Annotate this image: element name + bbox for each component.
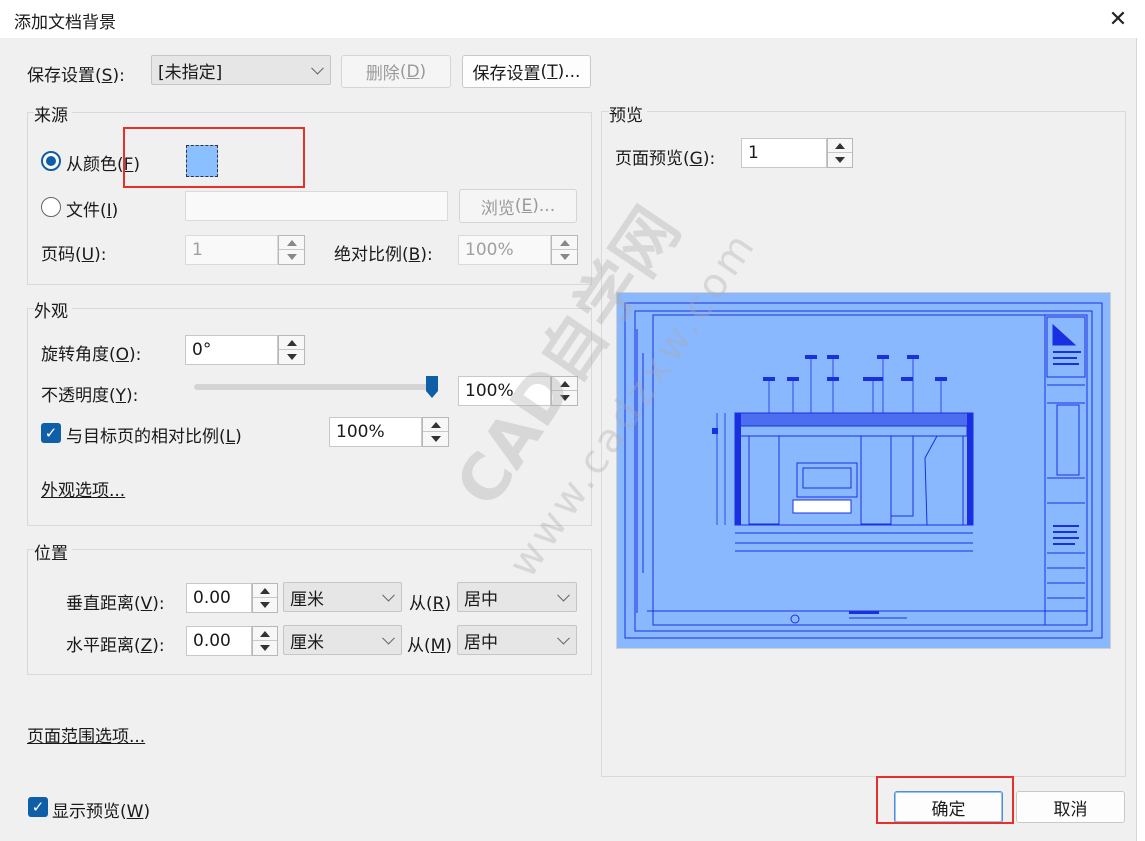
page-preview-input[interactable]: 1 bbox=[741, 138, 827, 168]
close-button[interactable]: ✕ bbox=[1100, 4, 1136, 34]
page-number-label: 页码(U): bbox=[41, 245, 107, 265]
relative-scale-input[interactable]: 100% bbox=[329, 417, 422, 447]
file-label[interactable]: 文件(I) bbox=[66, 196, 118, 221]
horizontal-from-label: 从(M) bbox=[407, 636, 452, 656]
opacity-label: 不透明度(Y): bbox=[41, 386, 139, 406]
stepper-down-icon[interactable] bbox=[552, 250, 577, 264]
stepper-down-icon[interactable] bbox=[552, 391, 577, 405]
stepper-down-icon[interactable] bbox=[828, 153, 852, 167]
close-icon: ✕ bbox=[1108, 6, 1128, 32]
stepper-up-icon[interactable] bbox=[279, 236, 304, 250]
stepper-up-icon[interactable] bbox=[279, 336, 304, 350]
appearance-options-link[interactable]: 外观选项... bbox=[41, 476, 125, 501]
preview-drawing bbox=[617, 293, 1110, 648]
horizontal-from-select[interactable]: 居中 bbox=[457, 625, 577, 655]
relative-scale-stepper[interactable] bbox=[422, 417, 449, 447]
absolute-scale-stepper[interactable] bbox=[551, 235, 578, 265]
stepper-up-icon[interactable] bbox=[253, 584, 277, 598]
saved-settings-select[interactable]: [未指定] bbox=[151, 55, 331, 85]
file-path-input[interactable] bbox=[185, 191, 448, 221]
source-group-title: 来源 bbox=[34, 101, 72, 126]
chevron-down-icon bbox=[557, 588, 570, 602]
opacity-stepper[interactable] bbox=[551, 376, 578, 406]
page-number-input[interactable]: 1 bbox=[185, 235, 278, 265]
saved-settings-label: 保存设置(S): bbox=[27, 66, 125, 86]
vertical-distance-label: 垂直距离(V): bbox=[66, 594, 165, 614]
file-radio[interactable] bbox=[41, 197, 61, 217]
absolute-scale-input[interactable]: 100% bbox=[458, 235, 551, 265]
rotation-label: 旋转角度(O): bbox=[41, 345, 142, 365]
vertical-distance-stepper[interactable] bbox=[252, 583, 278, 613]
annotation-highlight-ok bbox=[876, 776, 1014, 824]
relative-scale-checkbox[interactable]: ✓ bbox=[41, 423, 61, 443]
absolute-scale-label: 绝对比例(B): bbox=[334, 245, 433, 265]
stepper-down-icon[interactable] bbox=[279, 350, 304, 364]
dialog-title: 添加文档背景 bbox=[14, 13, 116, 33]
stepper-up-icon[interactable] bbox=[552, 236, 577, 250]
cancel-button[interactable]: 取消 bbox=[1016, 791, 1125, 823]
position-group-title: 位置 bbox=[34, 539, 72, 564]
from-color-radio[interactable] bbox=[41, 151, 61, 171]
delete-button[interactable]: 删除(D) bbox=[341, 55, 451, 88]
save-settings-button[interactable]: 保存设置(T)... bbox=[462, 55, 591, 88]
title-bar bbox=[0, 0, 1145, 38]
relative-scale-label[interactable]: 与目标页的相对比例(L) bbox=[66, 422, 242, 447]
stepper-up-icon[interactable] bbox=[423, 418, 448, 432]
stepper-down-icon[interactable] bbox=[423, 432, 448, 446]
annotation-highlight-color bbox=[123, 127, 305, 188]
stepper-up-icon[interactable] bbox=[552, 377, 577, 391]
rotation-stepper[interactable] bbox=[278, 335, 305, 365]
stepper-down-icon[interactable] bbox=[253, 598, 277, 612]
opacity-slider-thumb[interactable] bbox=[425, 375, 439, 399]
checkmark-icon: ✓ bbox=[44, 424, 58, 442]
preview-canvas bbox=[616, 292, 1111, 649]
stepper-down-icon[interactable] bbox=[253, 641, 277, 655]
opacity-slider-track[interactable] bbox=[194, 384, 434, 390]
show-preview-checkbox[interactable]: ✓ bbox=[28, 797, 48, 817]
horizontal-distance-stepper[interactable] bbox=[252, 626, 278, 656]
horizontal-distance-input[interactable]: 0.00 bbox=[186, 626, 252, 656]
horizontal-distance-label: 水平距离(Z): bbox=[66, 636, 165, 656]
page-number-stepper[interactable] bbox=[278, 235, 305, 265]
chevron-down-icon bbox=[382, 631, 395, 645]
vertical-distance-input[interactable]: 0.00 bbox=[186, 583, 252, 613]
preview-group-title: 预览 bbox=[609, 101, 647, 126]
chevron-down-icon bbox=[557, 631, 570, 645]
stepper-down-icon[interactable] bbox=[279, 250, 304, 264]
show-preview-label[interactable]: 显示预览(W) bbox=[52, 797, 150, 822]
opacity-input[interactable]: 100% bbox=[458, 376, 551, 406]
checkmark-icon: ✓ bbox=[31, 798, 45, 816]
chevron-down-icon bbox=[311, 61, 324, 75]
vertical-from-select[interactable]: 居中 bbox=[457, 582, 577, 612]
page-preview-stepper[interactable] bbox=[827, 138, 853, 168]
background-window-edge bbox=[1136, 38, 1145, 841]
horizontal-unit-select[interactable]: 厘米 bbox=[283, 625, 402, 655]
stepper-up-icon[interactable] bbox=[253, 627, 277, 641]
stepper-up-icon[interactable] bbox=[828, 139, 852, 153]
page-preview-label: 页面预览(G): bbox=[615, 149, 716, 169]
browse-button[interactable]: 浏览(E)... bbox=[459, 189, 577, 223]
chevron-down-icon bbox=[382, 588, 395, 602]
rotation-input[interactable]: 0° bbox=[185, 335, 278, 365]
vertical-unit-select[interactable]: 厘米 bbox=[283, 582, 402, 612]
page-range-options-link[interactable]: 页面范围选项... bbox=[27, 722, 145, 747]
vertical-from-label: 从(R) bbox=[409, 594, 452, 614]
appearance-group-title: 外观 bbox=[34, 297, 72, 322]
